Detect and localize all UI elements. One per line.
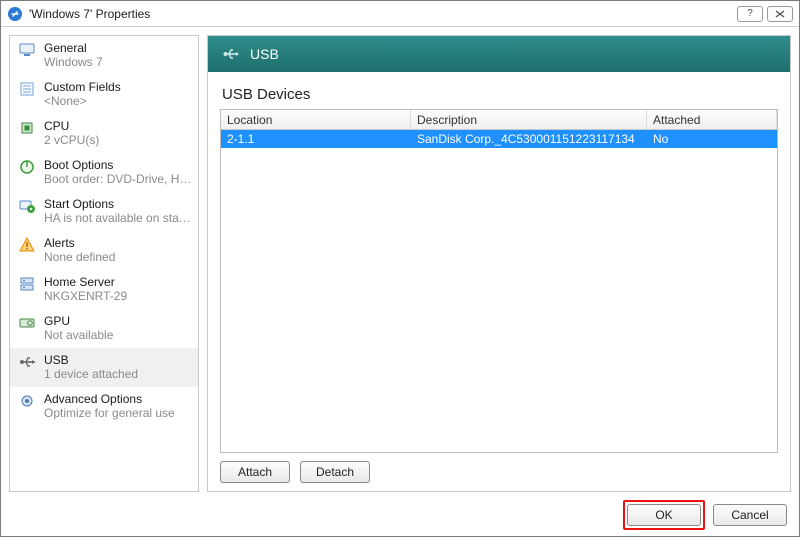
sidebar-item-sub: Boot order: DVD-Drive, Har... bbox=[44, 172, 194, 186]
sidebar-item-alerts[interactable]: Alerts None defined bbox=[10, 231, 198, 270]
table-body[interactable]: 2-1.1 SanDisk Corp._4C530001151223117134… bbox=[221, 130, 777, 452]
table-row[interactable]: 2-1.1 SanDisk Corp._4C530001151223117134… bbox=[221, 130, 777, 148]
sidebar-item-cpu[interactable]: CPU 2 vCPU(s) bbox=[10, 114, 198, 153]
col-attached[interactable]: Attached bbox=[647, 110, 777, 129]
col-location[interactable]: Location bbox=[221, 110, 411, 129]
client-area: General Windows 7 Custom Fields <None> bbox=[1, 27, 799, 536]
sidebar-item-custom-fields[interactable]: Custom Fields <None> bbox=[10, 75, 198, 114]
monitor-icon bbox=[18, 41, 36, 59]
sidebar-item-sub: None defined bbox=[44, 250, 115, 264]
sidebar: General Windows 7 Custom Fields <None> bbox=[9, 35, 199, 492]
gpu-icon bbox=[18, 314, 36, 332]
sidebar-item-gpu[interactable]: GPU Not available bbox=[10, 309, 198, 348]
panel-actions: Attach Detach bbox=[220, 453, 778, 483]
sidebar-item-boot-options[interactable]: Boot Options Boot order: DVD-Drive, Har.… bbox=[10, 153, 198, 192]
sidebar-item-label: GPU bbox=[44, 314, 113, 328]
alert-icon bbox=[18, 236, 36, 254]
dialog-buttons: OK Cancel bbox=[623, 500, 787, 530]
gear-icon bbox=[18, 392, 36, 410]
app-icon bbox=[7, 6, 23, 22]
sidebar-item-sub: Not available bbox=[44, 328, 113, 342]
sidebar-item-sub: <None> bbox=[44, 94, 121, 108]
window-title: 'Windows 7' Properties bbox=[29, 7, 733, 21]
power-icon bbox=[18, 158, 36, 176]
play-icon bbox=[18, 197, 36, 215]
sidebar-item-label: Alerts bbox=[44, 236, 115, 250]
sidebar-item-label: CPU bbox=[44, 119, 99, 133]
titlebar[interactable]: 'Windows 7' Properties ? bbox=[1, 1, 799, 27]
server-icon bbox=[18, 275, 36, 293]
cell-location: 2-1.1 bbox=[221, 132, 411, 146]
usb-devices-table: Location Description Attached 2-1.1 SanD… bbox=[220, 109, 778, 453]
sidebar-item-label: Custom Fields bbox=[44, 80, 121, 94]
sidebar-item-label: Start Options bbox=[44, 197, 194, 211]
ok-button[interactable]: OK bbox=[627, 504, 701, 526]
sidebar-item-label: Home Server bbox=[44, 275, 127, 289]
sidebar-item-general[interactable]: General Windows 7 bbox=[10, 36, 198, 75]
attach-button[interactable]: Attach bbox=[220, 461, 290, 483]
section-title: USB Devices bbox=[222, 86, 776, 103]
cpu-icon bbox=[18, 119, 36, 137]
help-button[interactable]: ? bbox=[737, 6, 763, 22]
panel-title: USB bbox=[250, 46, 279, 62]
sidebar-item-advanced-options[interactable]: Advanced Options Optimize for general us… bbox=[10, 387, 198, 426]
list-icon bbox=[18, 80, 36, 98]
usb-icon bbox=[222, 45, 240, 63]
panel-header: USB bbox=[208, 36, 790, 72]
sidebar-item-sub: Optimize for general use bbox=[44, 406, 175, 420]
sidebar-item-sub: 2 vCPU(s) bbox=[44, 133, 99, 147]
properties-dialog: 'Windows 7' Properties ? General Windows… bbox=[0, 0, 800, 537]
main-panel: USB USB Devices Location Description Att… bbox=[207, 35, 791, 492]
sidebar-item-label: Advanced Options bbox=[44, 392, 175, 406]
close-button[interactable] bbox=[767, 6, 793, 22]
sidebar-item-home-server[interactable]: Home Server NKGXENRT-29 bbox=[10, 270, 198, 309]
cell-attached: No bbox=[647, 132, 777, 146]
sidebar-item-sub: Windows 7 bbox=[44, 55, 103, 69]
panel-body: USB Devices Location Description Attache… bbox=[208, 72, 790, 491]
sidebar-item-label: Boot Options bbox=[44, 158, 194, 172]
sidebar-item-start-options[interactable]: Start Options HA is not available on sta… bbox=[10, 192, 198, 231]
sidebar-item-sub: NKGXENRT-29 bbox=[44, 289, 127, 303]
table-header: Location Description Attached bbox=[221, 110, 777, 130]
sidebar-item-sub: 1 device attached bbox=[44, 367, 138, 381]
col-description[interactable]: Description bbox=[411, 110, 647, 129]
ok-highlight: OK bbox=[623, 500, 705, 530]
sidebar-item-usb[interactable]: USB 1 device attached bbox=[10, 348, 198, 387]
cancel-button[interactable]: Cancel bbox=[713, 504, 787, 526]
usb-icon bbox=[18, 353, 36, 371]
cell-description: SanDisk Corp._4C530001151223117134 bbox=[411, 132, 647, 146]
sidebar-item-sub: HA is not available on stan... bbox=[44, 211, 194, 225]
sidebar-item-label: General bbox=[44, 41, 103, 55]
detach-button[interactable]: Detach bbox=[300, 461, 370, 483]
sidebar-item-label: USB bbox=[44, 353, 138, 367]
